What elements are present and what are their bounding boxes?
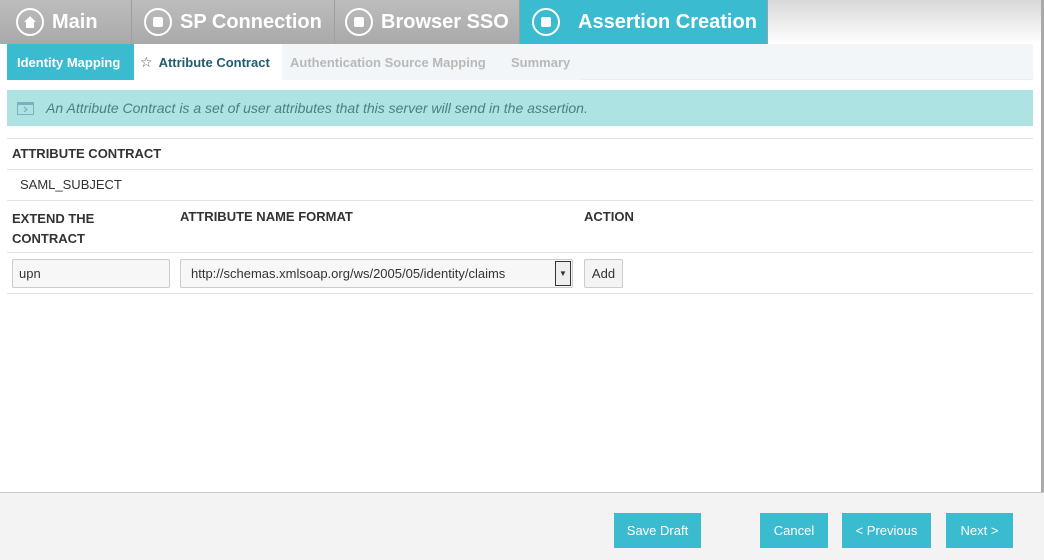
tab-sp-connection-label: SP Connection [180,10,322,33]
add-button[interactable]: Add [584,259,623,288]
extend-heading-line1: EXTEND THE [12,211,95,226]
subtab-authentication-source-mapping-label: Authentication Source Mapping [290,54,486,70]
chevron-down-icon[interactable]: ▼ [555,261,571,286]
contract-item: SAML_SUBJECT [20,177,122,192]
divider [7,138,1033,139]
save-draft-label: Save Draft [626,523,689,538]
divider [7,252,1033,253]
attribute-contract-heading: ATTRIBUTE CONTRACT [12,146,162,161]
subtab-summary-label: Summary [511,54,571,70]
subtab-identity-mapping-label: Identity Mapping [17,54,121,70]
extend-contract-input[interactable]: upn [12,259,170,288]
extend-contract-heading: EXTEND THE CONTRACT [12,209,94,249]
info-icon [17,101,34,115]
tab-assertion-creation-label: Assertion Creation [578,10,757,33]
action-heading: ACTION [584,209,634,224]
tab-main[interactable]: Main [0,0,132,44]
extend-contract-input-value: upn [19,266,41,281]
star-icon: ☆ [140,53,153,70]
attribute-name-format-value: http://schemas.xmlsoap.org/ws/2005/05/id… [191,266,506,281]
next-label: Next > [960,523,999,538]
previous-label: < Previous [855,523,918,538]
tab-sp-connection[interactable]: SP Connection [132,0,335,44]
add-button-label: Add [591,266,616,281]
subtab-attribute-contract[interactable]: ☆ Attribute Contract [134,44,282,80]
subtab-authentication-source-mapping[interactable]: Authentication Source Mapping [290,44,486,80]
subtab-summary[interactable]: Summary [511,44,570,80]
subtab-attribute-contract-label: Attribute Contract [158,54,270,70]
stop-icon [144,8,172,36]
save-draft-button[interactable]: Save Draft [614,513,701,548]
stop-icon [345,8,373,36]
sub-tab-filler [581,44,1033,80]
previous-button[interactable]: < Previous [842,513,931,548]
home-icon [16,8,44,36]
info-banner: An Attribute Contract is a set of user a… [7,90,1033,126]
subtab-identity-mapping[interactable]: Identity Mapping [7,44,134,80]
cancel-button[interactable]: Cancel [760,513,828,548]
info-text: An Attribute Contract is a set of user a… [46,100,588,116]
cancel-label: Cancel [773,523,815,538]
sub-tab-bar: Identity Mapping ☆ Attribute Contract Au… [7,44,1033,80]
attribute-name-format-heading: ATTRIBUTE NAME FORMAT [180,209,353,224]
tab-assertion-creation[interactable]: Assertion Creation [520,0,768,44]
divider [7,293,1033,294]
attribute-name-format-select[interactable]: http://schemas.xmlsoap.org/ws/2005/05/id… [180,259,573,288]
tab-main-label: Main [52,10,98,33]
divider [7,200,1033,201]
tab-browser-sso[interactable]: Browser SSO [335,0,520,44]
next-button[interactable]: Next > [946,513,1013,548]
divider [7,169,1033,170]
extend-heading-line2: CONTRACT [12,231,85,246]
top-tab-bar: Main SP Connection Browser SSO Assertion… [0,0,1044,44]
tab-browser-sso-label: Browser SSO [381,10,509,33]
stop-icon [532,8,560,36]
